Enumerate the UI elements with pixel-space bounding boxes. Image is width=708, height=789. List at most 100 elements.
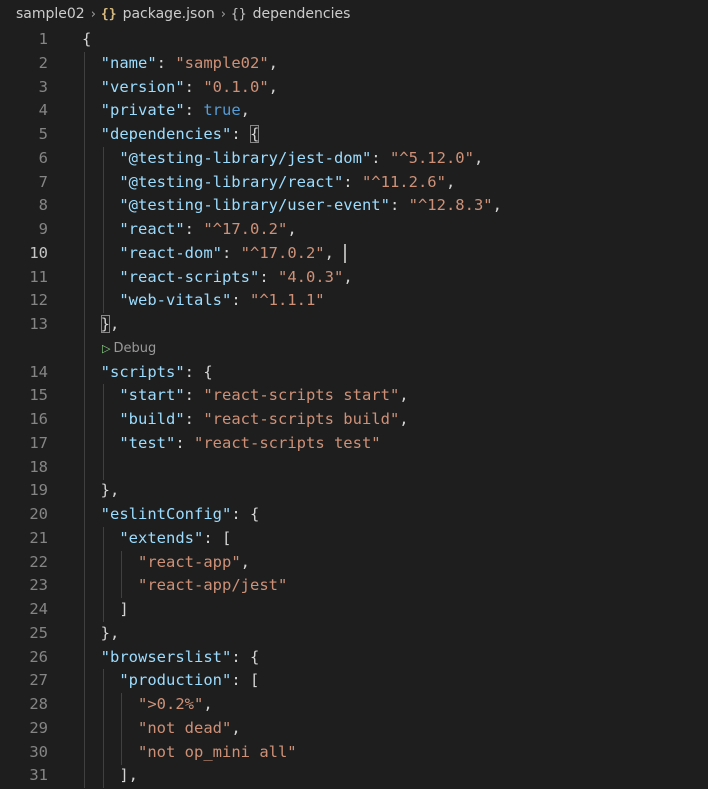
breadcrumb-file[interactable]: package.json <box>123 6 215 22</box>
punctuation: , <box>110 315 120 333</box>
line-number: 21 <box>29 528 48 547</box>
line-number: 27 <box>29 671 48 690</box>
punctuation <box>82 719 138 737</box>
punctuation <box>82 410 119 428</box>
code-editor[interactable]: sample02 › {} package.json › {} dependen… <box>0 0 708 789</box>
line-text: }, <box>82 622 120 646</box>
json-key: "test" <box>119 433 176 452</box>
json-string: "react-scripts build" <box>203 410 400 428</box>
indent-guide <box>102 527 104 622</box>
json-braces-icon: {} <box>100 6 117 22</box>
punctuation: , <box>268 53 279 72</box>
code-line[interactable]: 12 "web-vitals": "^1.1.1" <box>0 289 708 313</box>
punctuation: : <box>203 528 222 547</box>
punctuation: : <box>184 386 204 405</box>
json-string: "0.1.0" <box>203 77 269 96</box>
breadcrumb-symbol[interactable]: dependencies <box>253 6 351 22</box>
line-text: "private": true, <box>82 99 250 123</box>
punctuation: }, <box>100 623 120 642</box>
punctuation: : <box>156 53 176 72</box>
line-text: "react-app", <box>82 551 250 575</box>
breadcrumb-folder[interactable]: sample02 <box>16 6 85 22</box>
line-number: 20 <box>29 505 48 523</box>
code-line[interactable]: 22 "react-app", <box>0 551 708 575</box>
punctuation: , <box>445 172 456 191</box>
line-number: 9 <box>38 220 48 238</box>
code-line[interactable]: 23 "react-app/jest" <box>0 574 708 598</box>
punctuation: : <box>221 243 241 262</box>
code-line[interactable]: 15 "start": "react-scripts start", <box>0 384 708 408</box>
line-text: "web-vitals": "^1.1.1" <box>82 289 324 313</box>
json-key: "scripts" <box>100 362 185 381</box>
punctuation: , <box>399 410 409 428</box>
code-line[interactable]: 4 "private": true, <box>0 99 708 123</box>
debug-codelens[interactable]: ▷ Debug <box>102 337 156 361</box>
code-line[interactable]: 7 "@testing-library/react": "^11.2.6", <box>0 171 708 195</box>
line-text: "browserslist": { <box>82 646 260 670</box>
code-line[interactable]: 29 "not dead", <box>0 717 708 741</box>
code-line[interactable]: 11 "react-scripts": "4.0.3", <box>0 266 708 290</box>
code-line[interactable]: 10 "react-dom": "^17.0.2", <box>0 242 708 266</box>
code-line[interactable]: 27 "production": [ <box>0 669 708 693</box>
json-string: "react-app/jest" <box>138 576 288 595</box>
punctuation: : <box>231 671 250 690</box>
code-line[interactable]: 26 "browserslist": { <box>0 646 708 670</box>
line-number: 7 <box>38 172 48 191</box>
punctuation <box>82 671 119 689</box>
line-number: 25 <box>29 623 48 642</box>
code-line[interactable]: 13 }, <box>0 313 708 337</box>
punctuation: : <box>231 647 250 666</box>
punctuation <box>82 434 119 452</box>
json-key: "react-scripts" <box>119 267 260 286</box>
line-number: 10 <box>29 243 48 262</box>
line-text: ] <box>82 598 129 622</box>
code-line[interactable]: 30 "not op_mini all" <box>0 741 708 765</box>
code-line[interactable]: 24 ] <box>0 598 708 622</box>
line-text: "@testing-library/react": "^11.2.6", <box>82 171 455 195</box>
punctuation <box>82 600 119 618</box>
code-line[interactable]: 6 "@testing-library/jest-dom": "^5.12.0"… <box>0 147 708 171</box>
code-line[interactable]: 5 "dependencies": { <box>0 123 708 147</box>
code-line[interactable]: 9 "react": "^17.0.2", <box>0 218 708 242</box>
line-text: "dependencies": { <box>82 123 260 147</box>
json-key: "react" <box>119 220 185 238</box>
line-text: "react-dom": "^17.0.2", <box>82 242 346 266</box>
json-string: "^17.0.2" <box>240 243 325 262</box>
json-string: "react-app" <box>138 552 241 571</box>
indent-guide <box>102 147 104 313</box>
punctuation: ] <box>119 600 129 618</box>
code-line[interactable]: 16 "build": "react-scripts build", <box>0 408 708 432</box>
code-lines[interactable]: 1{2 "name": "sample02", 3 "version": "0.1… <box>0 28 708 788</box>
code-line[interactable]: 31 ], <box>0 764 708 788</box>
punctuation: { <box>250 125 260 143</box>
code-line[interactable]: 14 "scripts": { <box>0 361 708 385</box>
code-line[interactable]: 28 ">0.2%", <box>0 693 708 717</box>
punctuation: : <box>175 433 194 452</box>
punctuation: : <box>184 101 204 120</box>
code-line[interactable]: 25 }, <box>0 622 708 646</box>
json-key: "build" <box>119 410 185 428</box>
code-line[interactable]: 18 <box>0 456 708 480</box>
json-key: "extends" <box>119 528 204 547</box>
code-line[interactable]: 2 "name": "sample02", <box>0 52 708 76</box>
line-number: 13 <box>29 315 48 333</box>
code-line[interactable]: 21 "extends": [ <box>0 527 708 551</box>
punctuation: [ <box>249 671 260 690</box>
code-line[interactable]: 8 "@testing-library/user-event": "^12.8.… <box>0 194 708 218</box>
code-line[interactable]: 19 }, <box>0 479 708 503</box>
punctuation <box>82 149 119 167</box>
code-line[interactable]: 3 "version": "0.1.0", <box>0 76 708 100</box>
json-key: "web-vitals" <box>119 291 232 310</box>
line-text: "@testing-library/user-event": "^12.8.3"… <box>82 194 502 218</box>
punctuation: : <box>184 362 204 381</box>
code-line[interactable]: 17 "test": "react-scripts test" <box>0 432 708 456</box>
json-key: "react-dom" <box>119 243 222 262</box>
code-line[interactable]: 1{ <box>0 28 708 52</box>
code-line[interactable]: 20 "eslintConfig": { <box>0 503 708 527</box>
punctuation: } <box>100 315 111 333</box>
line-number: 14 <box>29 362 48 381</box>
json-string: "sample02" <box>175 53 269 72</box>
punctuation <box>82 553 138 571</box>
line-text: "start": "react-scripts start", <box>82 384 408 408</box>
line-text: }, <box>82 479 120 503</box>
